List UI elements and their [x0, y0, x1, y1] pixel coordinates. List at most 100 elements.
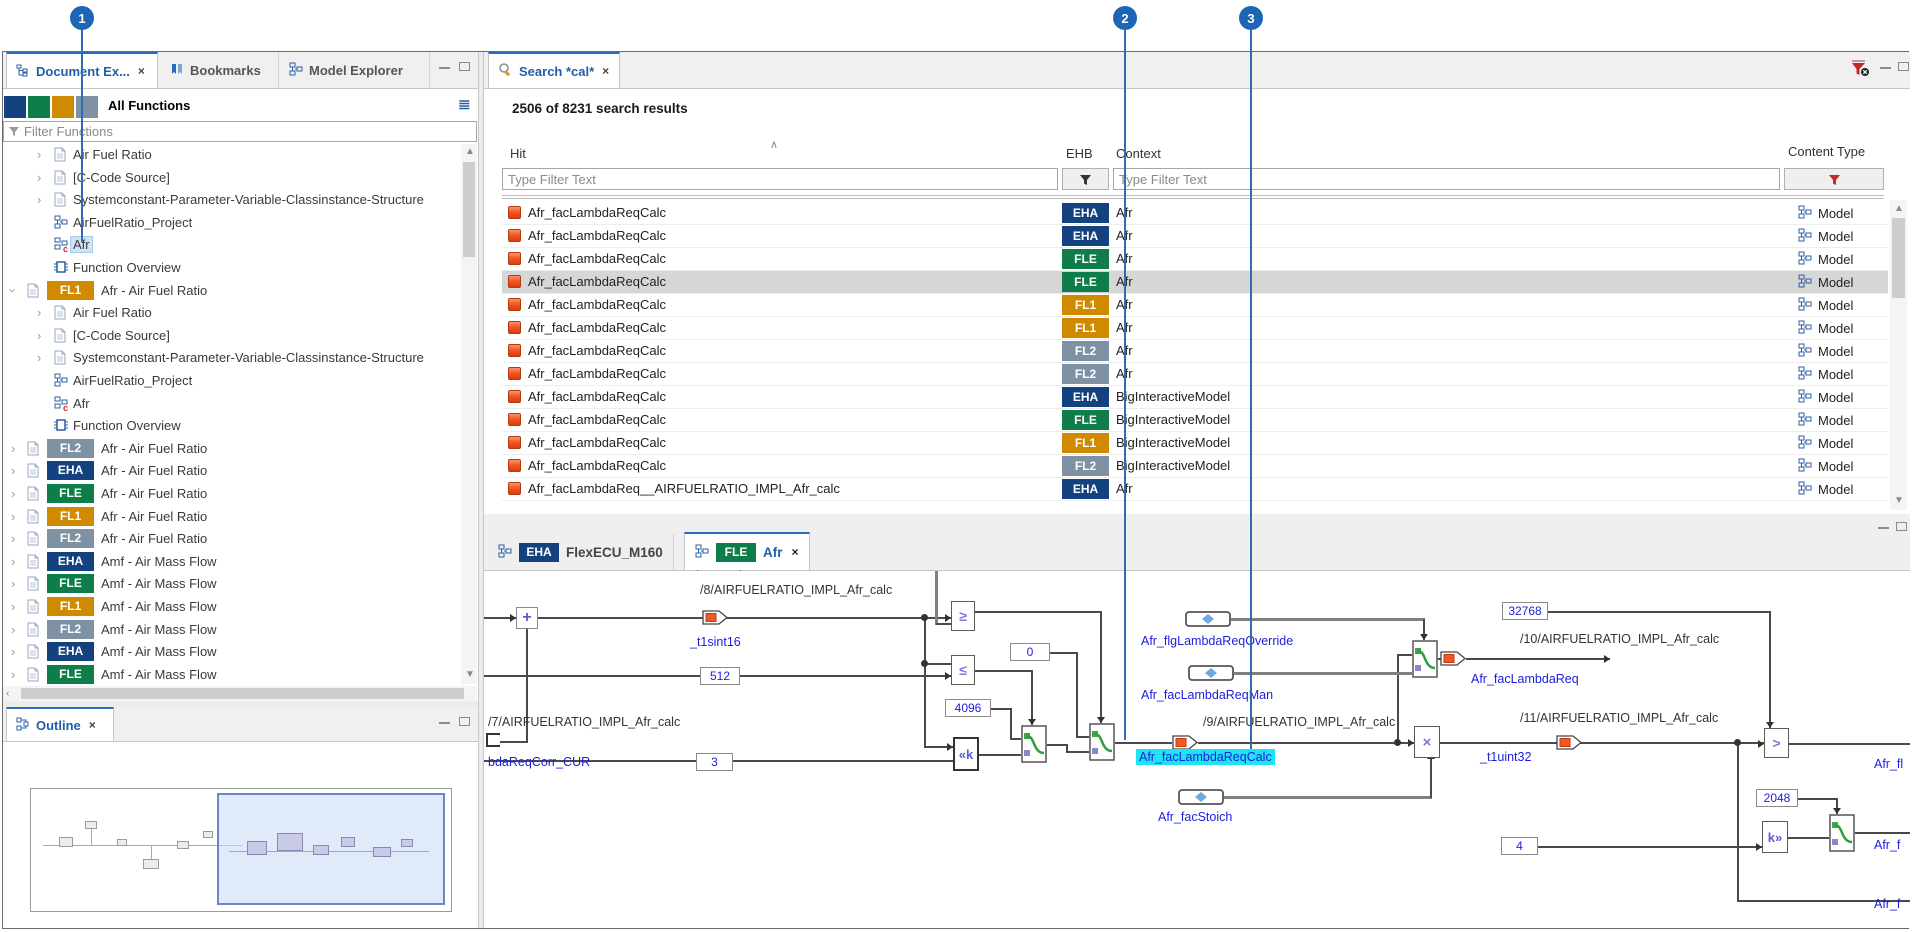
var-bdareqcorr-cur[interactable]: bdaReqCorr_CUR [488, 755, 590, 769]
tree-hscrollbar[interactable]: ‹ [3, 686, 477, 701]
var-clipped-3[interactable]: Afr_f [1874, 897, 1900, 911]
tree-item-amf-air-mass-flow[interactable]: ›FLEAmf - Air Mass Flow [3, 664, 461, 685]
tree-item-amf-air-mass-flow[interactable]: ›EHAAmf - Air Mass Flow [3, 641, 461, 663]
scroll-up-icon[interactable]: ▲ [1894, 204, 1904, 214]
constant-0[interactable]: 0 [1010, 643, 1050, 661]
outline-thumbnail[interactable] [30, 788, 452, 912]
chevron-right-icon[interactable]: › [37, 170, 41, 185]
scrollbar-thumb[interactable] [21, 688, 464, 699]
scroll-down-icon[interactable]: ▼ [465, 670, 475, 680]
tab-search[interactable]: Search *cal* × [488, 52, 620, 88]
ehb-filter-button[interactable] [1062, 168, 1109, 190]
close-icon[interactable]: × [138, 64, 145, 78]
tab-model-explorer[interactable]: Model Explorer [280, 52, 430, 88]
view-menu-icon[interactable]: ≣ [458, 95, 471, 113]
tree-item-amf-air-mass-flow[interactable]: ›EHAAmf - Air Mass Flow [3, 551, 461, 573]
input-pin[interactable] [486, 733, 500, 747]
search-result-row[interactable]: Afr_facLambdaReqCalcFL2AfrModel [502, 340, 1888, 363]
column-header-ehb[interactable]: EHB [1066, 146, 1093, 161]
constant-4[interactable]: 4 [1501, 837, 1538, 855]
search-result-row[interactable]: Afr_facLambdaReqCalcFL2AfrModel [502, 363, 1888, 386]
scroll-left-icon[interactable]: ‹ [6, 689, 9, 699]
sequence-marker[interactable] [1556, 735, 1582, 755]
tab-outline[interactable]: Outline × [6, 707, 114, 741]
chevron-right-icon[interactable]: › [11, 644, 15, 659]
var-afr-facstoich[interactable]: Afr_facStoich [1158, 810, 1232, 824]
clear-filter-icon[interactable] [1850, 60, 1870, 83]
maximize-icon[interactable] [1898, 62, 1909, 71]
tree-item-amf-air-mass-flow[interactable]: ›FLEAmf - Air Mass Flow [3, 573, 461, 595]
hit-filter-input[interactable] [502, 168, 1058, 190]
port-man[interactable] [1188, 665, 1234, 686]
minimize-icon[interactable] [1878, 526, 1889, 529]
constant-3[interactable]: 3 [696, 753, 733, 771]
constant-32768[interactable]: 32768 [1502, 602, 1548, 620]
maximize-icon[interactable] [1896, 522, 1907, 531]
greater-block[interactable]: > [1764, 728, 1789, 758]
results-vscrollbar[interactable]: ▲ ▼ [1890, 200, 1907, 510]
var-afr-faclambdareqcalc-highlighted[interactable]: Afr_facLambdaReqCalc [1136, 749, 1275, 765]
constant-512[interactable]: 512 [700, 667, 740, 685]
chevron-right-icon[interactable]: › [11, 554, 15, 569]
shift-left-block[interactable]: «k [953, 737, 979, 771]
shift-right-block[interactable]: k» [1762, 821, 1788, 853]
scroll-down-icon[interactable]: ▼ [1894, 496, 1904, 506]
tree-item-amf-air-mass-flow[interactable]: ›FL2Amf - Air Mass Flow [3, 619, 461, 641]
var-clipped-1[interactable]: Afr_fl [1874, 757, 1903, 771]
scroll-up-icon[interactable]: ▲ [465, 147, 475, 157]
search-result-row[interactable]: Afr_facLambdaReqCalcEHAAfrModel [502, 225, 1888, 248]
minimize-icon[interactable] [1880, 66, 1891, 69]
tree-item-air-fuel-ratio[interactable]: ›Air Fuel Ratio [3, 144, 461, 166]
context-filter-input[interactable] [1113, 168, 1780, 190]
column-header-content-type[interactable]: Content Type [1788, 144, 1865, 159]
search-result-row[interactable]: Afr_facLambdaReqCalcFL1AfrModel [502, 294, 1888, 317]
sequence-marker[interactable] [1440, 651, 1466, 671]
close-icon[interactable]: × [602, 64, 609, 78]
tab-bookmarks[interactable]: Bookmarks [161, 52, 279, 88]
port-override[interactable] [1185, 611, 1231, 632]
search-result-row[interactable]: Afr_facLambdaReqCalcFLEAfrModel [502, 248, 1888, 271]
search-result-row[interactable]: Afr_facLambdaReq__AIRFUELRATIO_IMPL_Afr_… [502, 478, 1888, 501]
search-result-row[interactable]: Afr_facLambdaReqCalcFL1BigInteractiveMod… [502, 432, 1888, 455]
chevron-right-icon[interactable]: › [37, 147, 41, 162]
chevron-right-icon[interactable]: › [11, 576, 15, 591]
chevron-right-icon[interactable]: › [11, 599, 15, 614]
outline-viewport[interactable] [217, 793, 445, 905]
search-result-row[interactable]: Afr_facLambdaReqCalcFL1AfrModel [502, 317, 1888, 340]
chevron-right-icon[interactable]: › [11, 667, 15, 682]
sum-block[interactable]: + [516, 607, 538, 629]
greater-equal-block[interactable]: ≥ [951, 601, 975, 631]
port-stoich[interactable] [1178, 789, 1224, 810]
switch-block[interactable] [1089, 723, 1115, 766]
chevron-right-icon[interactable]: › [11, 622, 15, 637]
tree-item-amf-air-mass-flow[interactable]: ›FL1Amf - Air Mass Flow [3, 596, 461, 618]
var-afr-faclambdareq[interactable]: Afr_facLambdaReq [1471, 672, 1579, 686]
tab-flexecu-m160[interactable]: EHA FlexECU_M160 [488, 534, 674, 571]
switch-block[interactable] [1412, 640, 1438, 683]
minimize-icon[interactable] [439, 66, 450, 69]
switch-block[interactable] [1021, 725, 1047, 768]
search-result-row[interactable]: Afr_facLambdaReqCalcFL2BigInteractiveMod… [502, 455, 1888, 478]
sequence-marker[interactable] [702, 610, 728, 630]
content-type-filter-button[interactable] [1784, 168, 1884, 190]
chevron-right-icon[interactable]: › [11, 531, 15, 546]
var-afr-faclambdareqman[interactable]: Afr_facLambdaReqMan [1141, 688, 1273, 702]
column-header-hit[interactable]: Hit [510, 146, 526, 161]
maximize-icon[interactable] [459, 717, 470, 726]
close-icon[interactable]: × [89, 718, 96, 732]
maximize-icon[interactable] [459, 62, 470, 71]
var-clipped-2[interactable]: Afr_f [1874, 838, 1900, 852]
var-t1sint16[interactable]: _t1sint16 [690, 635, 741, 649]
constant-4096[interactable]: 4096 [945, 699, 991, 717]
model-canvas[interactable]: + ≥ ≤ «k × > k» 512 3 4096 0 32768 2048 … [484, 571, 1910, 928]
switch-block[interactable] [1829, 814, 1855, 857]
filter-functions-input[interactable] [3, 121, 477, 142]
multiply-block[interactable]: × [1414, 726, 1440, 758]
search-result-row[interactable]: Afr_facLambdaReqCalcFLEBigInteractiveMod… [502, 409, 1888, 432]
search-result-row[interactable]: Afr_facLambdaReqCalcEHAAfrModel [502, 202, 1888, 225]
sort-ascending-icon[interactable]: ∧ [770, 138, 778, 151]
tree-item-afr-air-fuel-ratio[interactable]: ›FL2Afr - Air Fuel Ratio [3, 528, 461, 550]
var-t1uint32[interactable]: _t1uint32 [1480, 750, 1531, 764]
tree-item-afr-air-fuel-ratio[interactable]: ›FL1Afr - Air Fuel Ratio [3, 506, 461, 528]
tab-afr[interactable]: FLE Afr × [684, 532, 810, 571]
